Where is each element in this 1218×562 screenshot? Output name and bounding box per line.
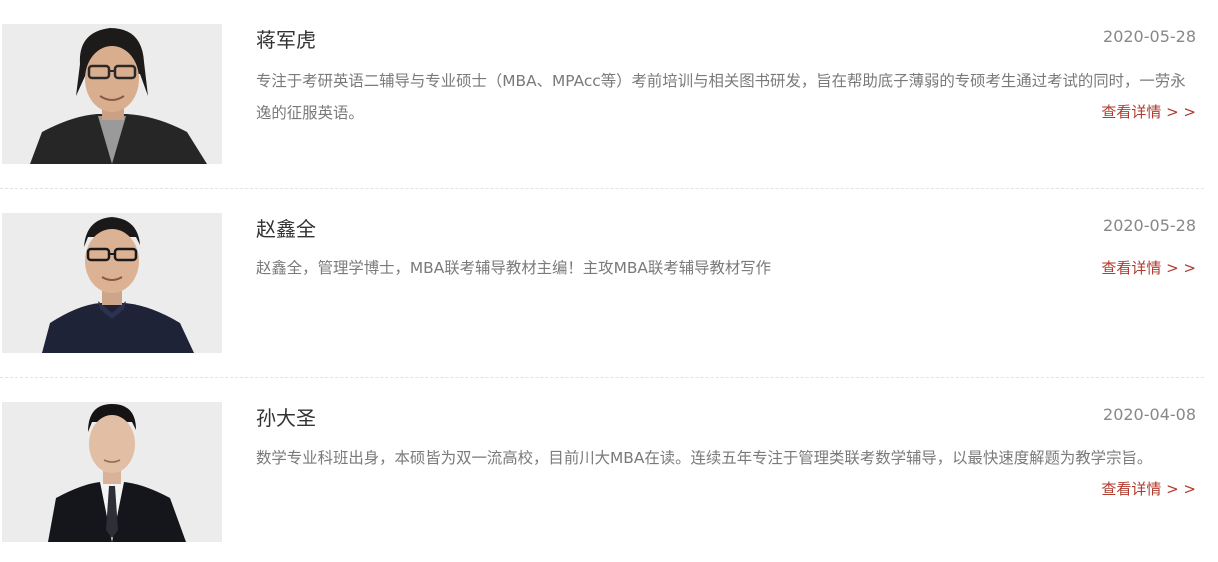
- teacher-name[interactable]: 孙大圣: [256, 406, 316, 430]
- teacher-description: 数学专业科班出身，本硕皆为双一流高校，目前川大MBA在读。连续五年专注于管理类联…: [256, 449, 1153, 467]
- teacher-description: 专注于考研英语二辅导与专业硕士（MBA、MPAcc等）考前培训与相关图书研发，旨…: [256, 72, 1186, 122]
- divider: [0, 188, 1204, 189]
- teacher-photo[interactable]: [2, 213, 222, 353]
- teacher-photo[interactable]: [2, 402, 222, 542]
- teacher-item: 蒋军虎 2020-05-28 专注于考研英语二辅导与专业硕士（MBA、MPAcc…: [0, 24, 1204, 164]
- publish-date: 2020-04-08: [1103, 405, 1196, 424]
- view-details-link[interactable]: 查看详情 > >: [1101, 479, 1196, 499]
- teacher-item: 赵鑫全 2020-05-28 赵鑫全，管理学博士，MBA联考辅导教材主编！主攻M…: [0, 213, 1204, 353]
- teacher-name[interactable]: 赵鑫全: [256, 217, 316, 241]
- teacher-name[interactable]: 蒋军虎: [256, 28, 316, 52]
- teacher-photo[interactable]: [2, 24, 222, 164]
- view-details-link[interactable]: 查看详情 > >: [1101, 102, 1196, 122]
- publish-date: 2020-05-28: [1103, 216, 1196, 235]
- publish-date: 2020-05-28: [1103, 27, 1196, 46]
- teacher-list: 蒋军虎 2020-05-28 专注于考研英语二辅导与专业硕士（MBA、MPAcc…: [0, 0, 1218, 562]
- teacher-item: 孙大圣 2020-04-08 数学专业科班出身，本硕皆为双一流高校，目前川大MB…: [0, 402, 1204, 542]
- view-details-link[interactable]: 查看详情 > >: [1101, 258, 1196, 278]
- divider: [0, 377, 1204, 378]
- teacher-description: 赵鑫全，管理学博士，MBA联考辅导教材主编！主攻MBA联考辅导教材写作: [256, 259, 772, 277]
